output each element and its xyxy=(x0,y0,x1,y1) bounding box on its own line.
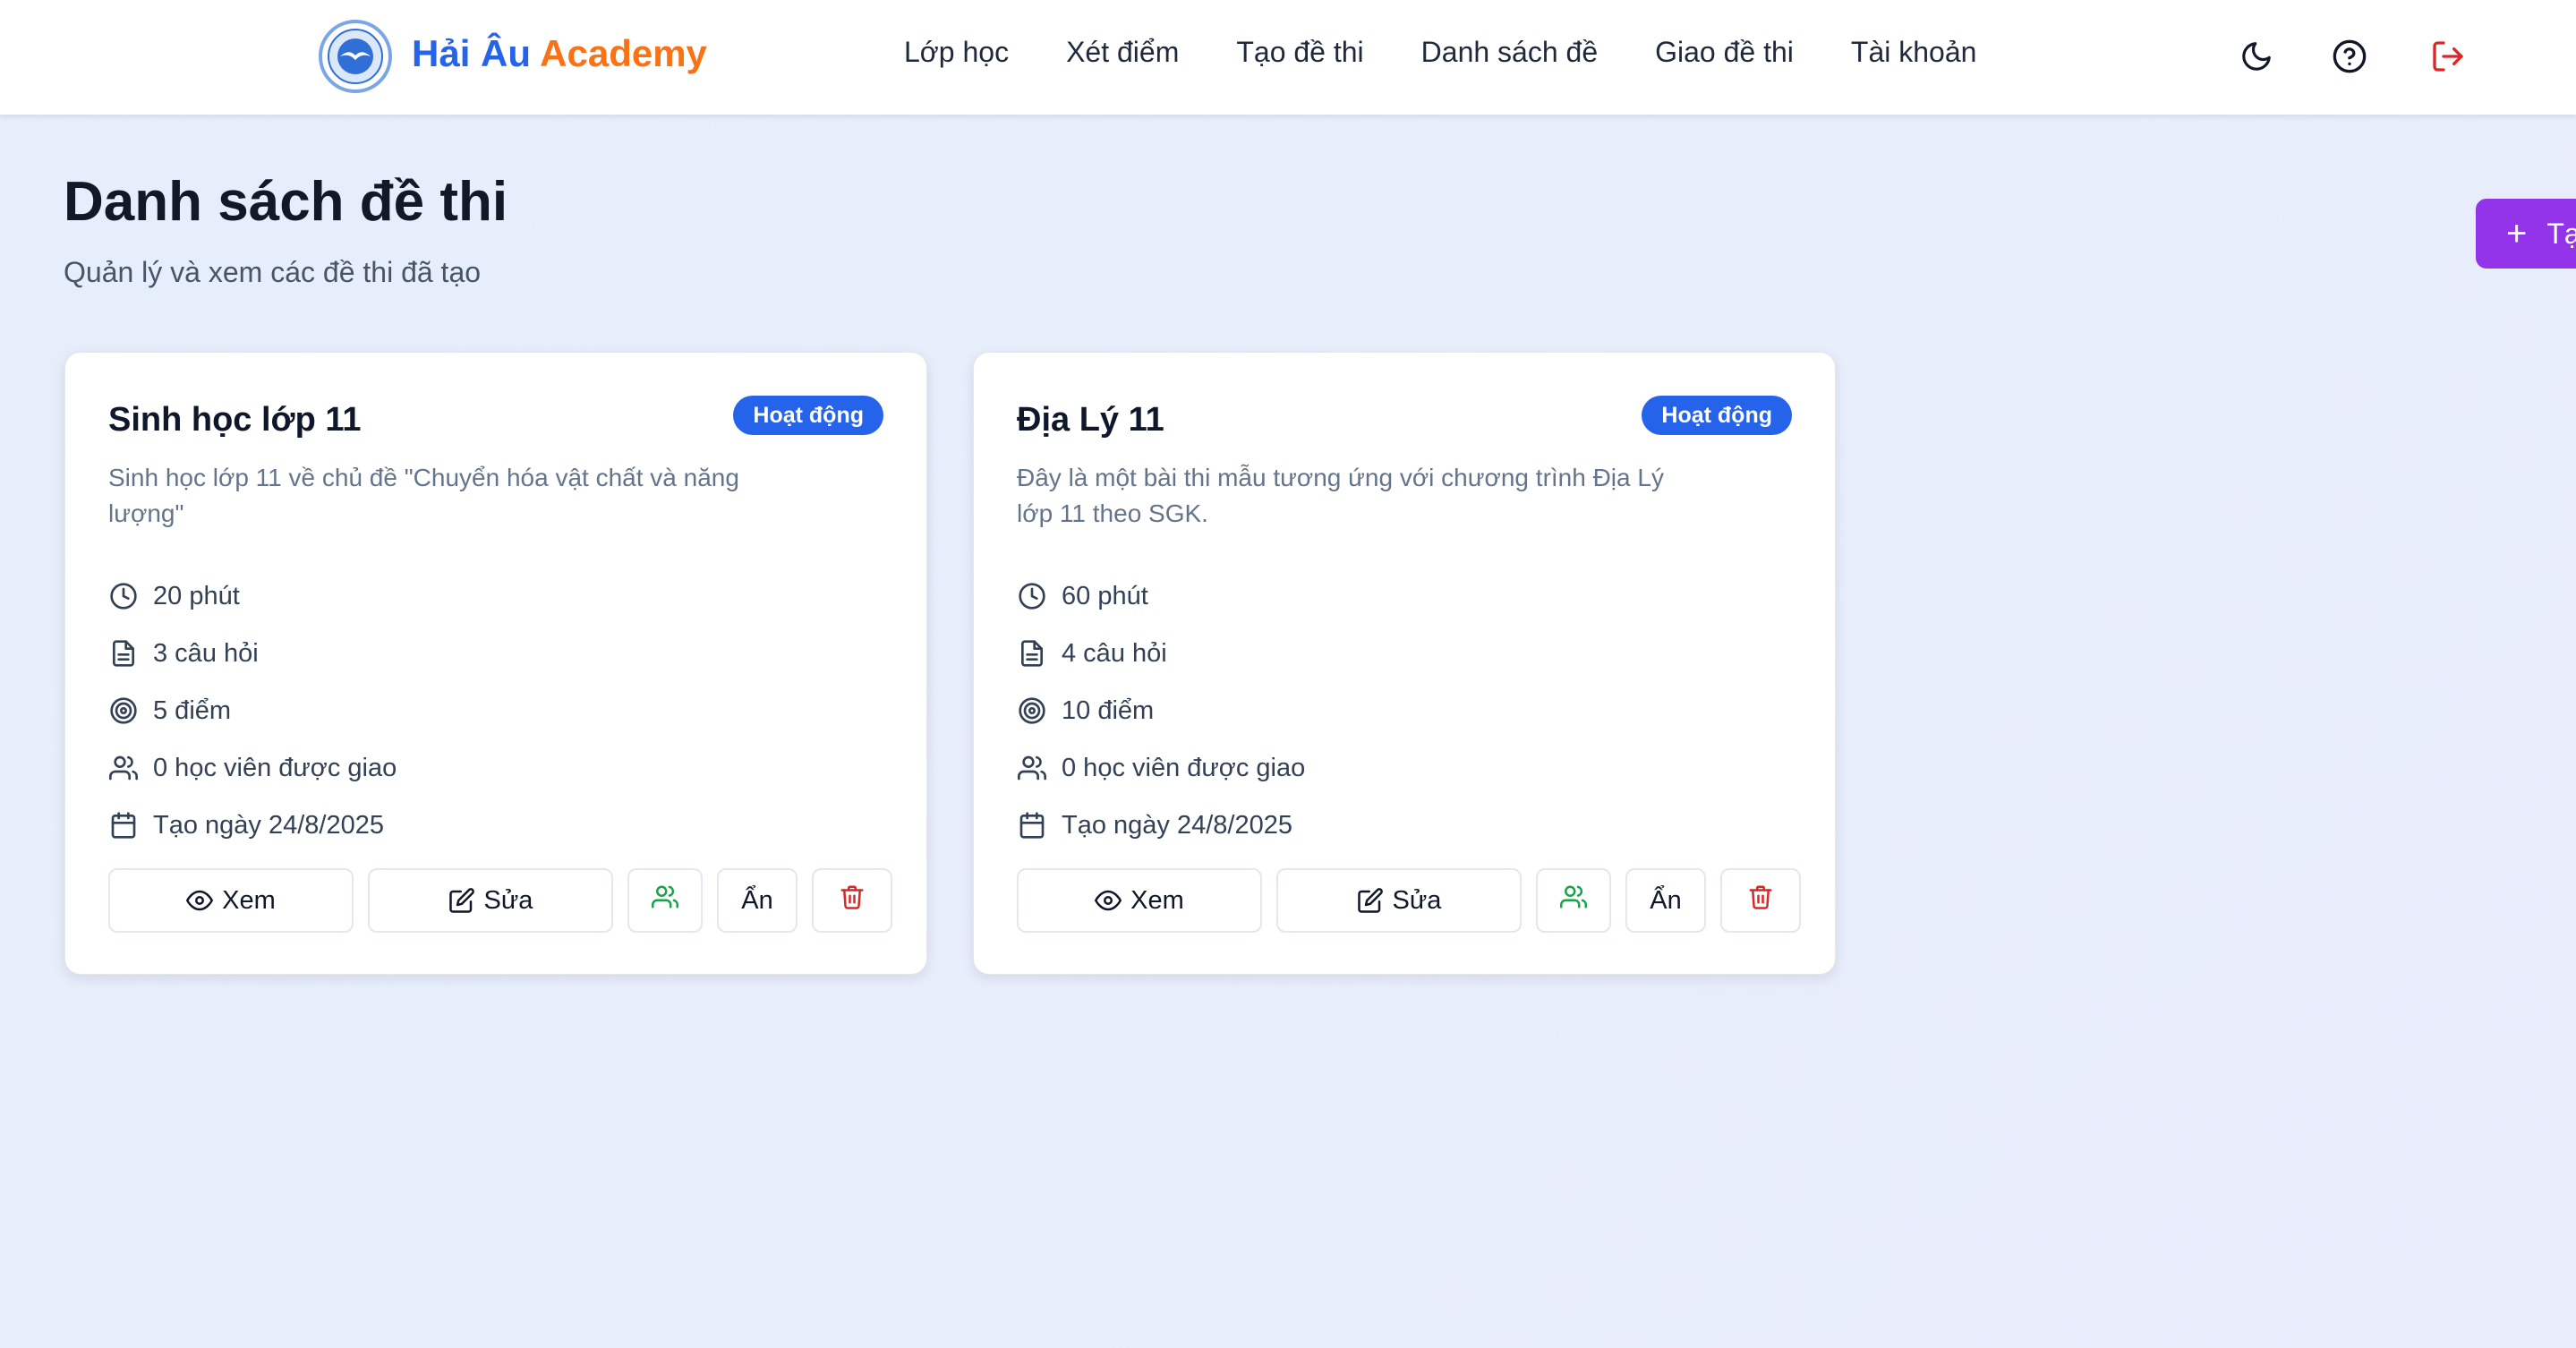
nav-item-create-exam[interactable]: Tạo đề thi xyxy=(1236,36,1363,69)
target-icon xyxy=(108,695,139,726)
clock-icon xyxy=(1017,581,1047,611)
eye-icon xyxy=(186,887,214,914)
calendar-icon xyxy=(108,810,139,840)
created-text: Tạo ngày 24/8/2025 xyxy=(1062,810,1292,840)
edit-button[interactable]: Sửa xyxy=(368,868,613,933)
delete-button[interactable] xyxy=(812,868,892,933)
nav-item-classes[interactable]: Lớp học xyxy=(904,36,1009,69)
points-row: 10 điểm xyxy=(1017,682,1305,739)
duration-text: 60 phút xyxy=(1062,581,1148,610)
eye-icon xyxy=(1095,887,1122,914)
exam-description: Đây là một bài thi mẫu tương ứng với chư… xyxy=(1017,464,1664,527)
page-subtitle: Quản lý và xem các đề thi đã tạo xyxy=(64,256,482,288)
students-text: 0 học viên được giao xyxy=(1062,753,1306,782)
users-icon xyxy=(652,883,679,917)
edit-icon xyxy=(448,887,475,914)
exam-meta: 20 phút 3 câu hỏi 5 điểm 0 học viên được… xyxy=(108,567,397,854)
card-actions: Xem Sửa Ẩn xyxy=(1017,868,1815,933)
questions-text: 4 câu hỏi xyxy=(1062,638,1167,668)
page-title: Danh sách đề thi xyxy=(64,171,508,233)
points-row: 5 điểm xyxy=(108,682,397,739)
plus-icon: + xyxy=(2506,213,2528,253)
created-text: Tạo ngày 24/8/2025 xyxy=(153,810,384,840)
hide-button[interactable]: Ẩn xyxy=(1625,868,1706,933)
brand-name-part2: Academy xyxy=(540,32,707,74)
questions-row: 4 câu hỏi xyxy=(1017,625,1305,682)
nav-item-exam-list[interactable]: Danh sách đề xyxy=(1421,36,1598,69)
assign-students-button[interactable] xyxy=(1536,868,1611,933)
status-badge: Hoạt động xyxy=(1642,396,1792,435)
users-icon xyxy=(108,753,139,783)
status-badge: Hoạt động xyxy=(733,396,883,435)
brand-name-part1: Hải Âu xyxy=(412,32,532,74)
students-row: 0 học viên được giao xyxy=(108,739,397,797)
nav-item-grading[interactable]: Xét điểm xyxy=(1066,36,1179,69)
edit-label: Sửa xyxy=(483,885,533,915)
target-icon xyxy=(1017,695,1047,726)
nav-item-account[interactable]: Tài khoản xyxy=(1851,36,1977,69)
exam-meta: 60 phút 4 câu hỏi 10 điểm 0 học viên đượ… xyxy=(1017,567,1305,854)
edit-icon xyxy=(1357,887,1384,914)
assign-students-button[interactable] xyxy=(627,868,703,933)
view-button[interactable]: Xem xyxy=(1017,868,1262,933)
moon-icon[interactable] xyxy=(2236,36,2277,77)
academy-logo[interactable] xyxy=(319,20,392,93)
trash-icon xyxy=(1747,883,1774,917)
edit-button[interactable]: Sửa xyxy=(1276,868,1522,933)
main-nav: Lớp học Xét điểm Tạo đề thi Danh sách đề… xyxy=(904,36,2034,69)
duration-row: 20 phút xyxy=(108,567,397,625)
edit-label: Sửa xyxy=(1392,885,1442,915)
delete-button[interactable] xyxy=(1720,868,1801,933)
calendar-icon xyxy=(1017,810,1047,840)
trash-icon xyxy=(839,883,866,917)
nav-item-assign-exam[interactable]: Giao đề thi xyxy=(1655,36,1794,69)
duration-text: 20 phút xyxy=(153,581,240,610)
create-exam-button[interactable]: + Tạ xyxy=(2476,199,2576,269)
view-label: Xem xyxy=(222,885,276,915)
exam-card: Địa Lý 11 Hoạt động Đây là một bài thi m… xyxy=(973,352,1836,975)
file-text-icon xyxy=(1017,638,1047,669)
file-text-icon xyxy=(108,638,139,669)
exam-description: Sinh học lớp 11 về chủ đề "Chuyển hóa vậ… xyxy=(108,464,739,527)
points-text: 10 điểm xyxy=(1062,695,1155,725)
users-icon xyxy=(1017,753,1047,783)
create-exam-label: Tạ xyxy=(2546,217,2576,250)
students-text: 0 học viên được giao xyxy=(153,753,397,782)
view-button[interactable]: Xem xyxy=(108,868,354,933)
users-icon xyxy=(1560,883,1588,917)
top-header: Hải Âu Academy Lớp học Xét điểm Tạo đề t… xyxy=(0,0,2576,115)
duration-row: 60 phút xyxy=(1017,567,1305,625)
points-text: 5 điểm xyxy=(153,695,232,725)
card-actions: Xem Sửa Ẩn xyxy=(108,868,907,933)
students-row: 0 học viên được giao xyxy=(1017,739,1305,797)
logout-icon[interactable] xyxy=(2427,36,2469,77)
questions-row: 3 câu hỏi xyxy=(108,625,397,682)
exam-card: Sinh học lớp 11 Hoạt động Sinh học lớp 1… xyxy=(64,352,927,975)
created-row: Tạo ngày 24/8/2025 xyxy=(1017,797,1305,854)
brand-name[interactable]: Hải Âu Academy xyxy=(412,32,707,75)
help-circle-icon[interactable] xyxy=(2329,36,2370,77)
clock-icon xyxy=(108,581,139,611)
hide-button[interactable]: Ẩn xyxy=(717,868,798,933)
exam-title: Địa Lý 11 xyxy=(1017,401,1164,439)
view-label: Xem xyxy=(1130,885,1184,915)
exam-title: Sinh học lớp 11 xyxy=(108,401,362,439)
created-row: Tạo ngày 24/8/2025 xyxy=(108,797,397,854)
questions-text: 3 câu hỏi xyxy=(153,638,259,668)
